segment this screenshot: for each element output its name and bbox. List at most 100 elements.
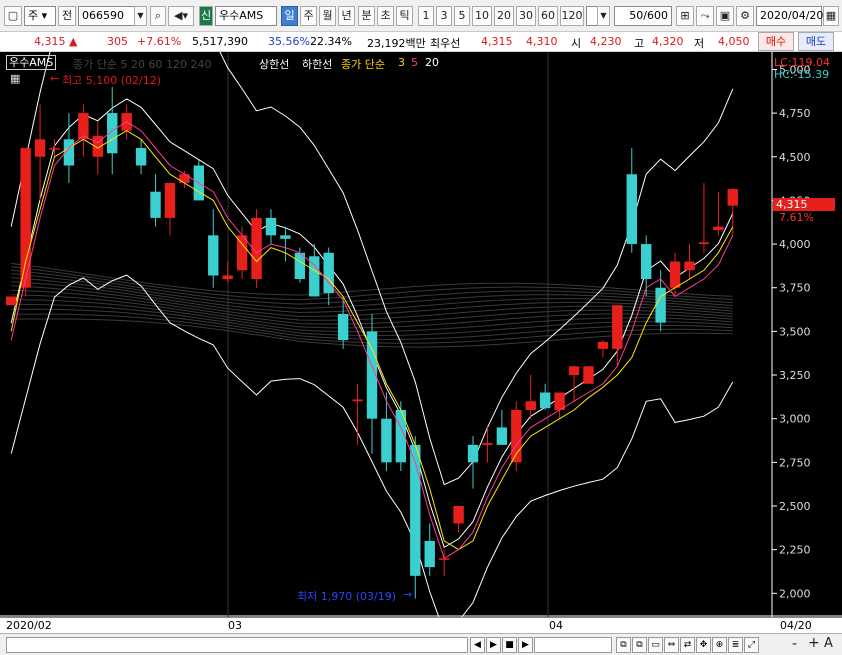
candlestick-chart-svg[interactable]: 2,000 2,250 2,500 2,750 3,000 3,250 3,500 3,750…	[0, 52, 842, 617]
candle-body	[34, 139, 46, 157]
interval-5[interactable]: 5	[454, 6, 470, 26]
price-chart[interactable]: 2,000 2,250 2,500 2,750 3,000 3,250 3,500 3,750…	[0, 52, 842, 617]
chart-name-box[interactable]: 우수AMS	[6, 55, 57, 70]
tab-minute[interactable]: 분	[358, 6, 375, 26]
high-note: 최고 5,100 (02/12)	[62, 74, 162, 87]
candle-body	[222, 275, 233, 279]
table-icon[interactable]: ▦	[10, 72, 20, 85]
tab-month[interactable]: 월	[319, 6, 336, 26]
interval-60[interactable]: 60	[538, 6, 558, 26]
quote-bar: 4,315 ▲ 305 +7.61% 5,517,390 35.56% 22.3…	[0, 32, 842, 52]
candle-body	[641, 244, 652, 279]
candle-body	[597, 341, 609, 349]
low-price: 4,050	[718, 35, 750, 48]
candle-body	[467, 444, 479, 463]
crosshair-icon[interactable]: ⊕	[712, 637, 727, 653]
cross-icon[interactable]: ✥	[696, 637, 711, 653]
fit-window-icon[interactable]: ⧉	[632, 637, 647, 653]
auto-scale-button[interactable]: A	[824, 636, 833, 651]
trade-amount: 23,192백만	[367, 37, 426, 50]
scroll-track-right[interactable]	[534, 637, 612, 653]
sell-button[interactable]: 매도	[798, 32, 834, 51]
compare-icon[interactable]: ⇔	[664, 637, 679, 653]
zoom-out-button[interactable]: -	[792, 636, 797, 652]
interval-1[interactable]: 1	[418, 6, 434, 26]
price-tag-pct: 7.61%	[779, 211, 814, 224]
tab-week[interactable]: 주	[300, 6, 317, 26]
interval-dropdown-icon[interactable]: ▼	[597, 6, 610, 26]
current-price: 4,315	[34, 35, 66, 48]
multi-window-icon[interactable]: ⧉	[616, 637, 631, 653]
tab-day[interactable]: 일	[281, 6, 298, 26]
period-select[interactable]: 주 ▾	[24, 6, 56, 26]
save-icon[interactable]: ▣	[716, 6, 734, 26]
candle-body	[381, 418, 392, 463]
y-tick-label: 3,250	[779, 369, 811, 382]
expand-icon[interactable]: ⤢	[744, 637, 759, 653]
open-price: 4,230	[590, 35, 622, 48]
high-note-arrow: ←	[50, 72, 60, 85]
zoom-in-button[interactable]: +	[808, 635, 820, 651]
legend-ma: 종가 단순	[341, 58, 385, 71]
low-label: 저	[694, 37, 705, 50]
credit-badge: 신	[199, 6, 213, 26]
sync-icon[interactable]: ⇄	[680, 637, 695, 653]
scroll-right-button[interactable]: ▶	[486, 637, 501, 653]
buy-button[interactable]: 매수	[758, 32, 794, 51]
candle-body	[410, 444, 421, 576]
y-tick-label: 2,750	[779, 456, 811, 469]
price-tag-value: 4,315	[776, 198, 808, 211]
low-note: 최저 1,970 (03/19)	[297, 590, 397, 603]
legend-ma-3: 3	[398, 56, 405, 69]
candle-body	[208, 235, 219, 276]
y-tick-label: 3,750	[779, 282, 811, 295]
chart-scrollbar[interactable]: ◀ ▶ ■ ▶ ⧉ ⧉ ▭ ⇔ ⇄ ✥ ⊕ ≣ ⤢ - + A	[0, 633, 842, 655]
change-percent: +7.61%	[137, 35, 182, 48]
stock-name-field[interactable]: 우수AMS	[215, 6, 277, 26]
grid-icon[interactable]: ⊞	[676, 6, 694, 26]
tab-second[interactable]: 초	[377, 6, 394, 26]
legend-ma-20: 20	[425, 56, 439, 69]
count-display[interactable]: 50/600	[614, 6, 672, 26]
scroll-track[interactable]	[6, 637, 468, 653]
play-button[interactable]: ▶	[518, 637, 533, 653]
prev-button[interactable]: 전	[58, 6, 76, 26]
stock-code-value: 066590	[82, 9, 124, 22]
speaker-icon[interactable]: ◀▾	[168, 6, 194, 26]
calendar-icon[interactable]: ▦	[823, 6, 839, 26]
scroll-left-button[interactable]: ◀	[470, 637, 485, 653]
turnover-rate: 22.34%	[310, 35, 352, 48]
current-price-tag: 4,315	[773, 198, 835, 211]
interval-120[interactable]: 120	[560, 6, 584, 26]
y-tick-label: 4,500	[779, 151, 811, 164]
settings-icon[interactable]: ⚙	[736, 6, 754, 26]
volume-ratio: 35.56%	[268, 35, 310, 48]
interval-10[interactable]: 10	[472, 6, 492, 26]
y-tick-label: 3,000	[779, 413, 811, 426]
high-price: 4,320	[652, 35, 684, 48]
interval-30[interactable]: 30	[516, 6, 536, 26]
x-label-feb: 2020/02	[6, 619, 52, 632]
y-tick-label: 2,500	[779, 500, 811, 513]
interval-3[interactable]: 3	[436, 6, 452, 26]
tab-year[interactable]: 년	[338, 6, 355, 26]
interval-20[interactable]: 20	[494, 6, 514, 26]
candle-body	[727, 189, 738, 206]
candle-body	[453, 505, 464, 524]
legend-upper: 상한선	[259, 58, 290, 71]
candle-body	[49, 148, 60, 150]
date-input[interactable]: 2020/04/20	[756, 6, 823, 26]
search-icon[interactable]: ⌕	[150, 6, 166, 26]
tab-tick[interactable]: 틱	[396, 6, 413, 26]
layout-icon[interactable]: ▭	[648, 637, 663, 653]
layers-icon[interactable]: ≣	[728, 637, 743, 653]
dropdown-arrow-icon[interactable]: ▼	[134, 6, 147, 26]
high-label: 고	[634, 37, 645, 50]
candle-body	[135, 148, 147, 166]
stop-button[interactable]: ■	[502, 637, 517, 653]
x-axis-bar: 2020/02 03 04 04/20	[0, 617, 842, 633]
candle-body	[164, 182, 176, 218]
candle-body	[20, 148, 31, 288]
window-icon[interactable]: ▢	[4, 6, 22, 26]
chart-draw-icon[interactable]: ⤳	[696, 6, 714, 26]
